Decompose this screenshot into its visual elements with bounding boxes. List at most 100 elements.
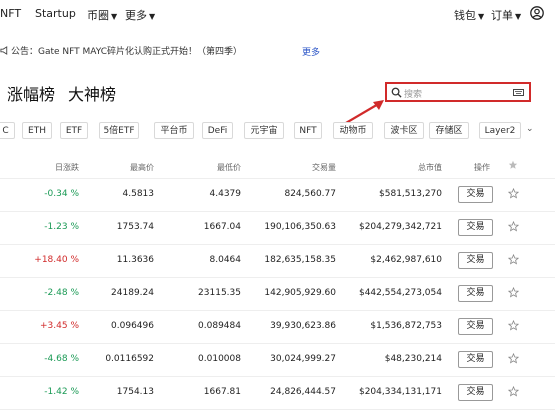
- megaphone-icon: [0, 46, 8, 55]
- market-cap-cell: $48,230,214: [384, 354, 442, 364]
- chip-eth[interactable]: ETH: [22, 122, 52, 139]
- chip-nft[interactable]: NFT: [294, 122, 322, 139]
- chip-defi[interactable]: DeFi: [202, 122, 233, 139]
- trade-button[interactable]: 交易: [458, 219, 493, 236]
- star-icon: [508, 160, 518, 169]
- chip-platform-coins[interactable]: 平台币: [154, 122, 194, 139]
- trade-button[interactable]: 交易: [458, 252, 493, 269]
- chevron-down-icon: ▼: [111, 12, 118, 21]
- change-cell: +3.45 %: [40, 321, 79, 331]
- chevron-down-icon: ▼: [515, 12, 522, 21]
- nav-wallet-menu[interactable]: 钱包 ▼: [454, 7, 484, 23]
- chip-storage[interactable]: 存储区: [429, 122, 469, 139]
- change-cell: -2.48 %: [44, 288, 79, 298]
- market-cap-cell: $2,462,987,610: [370, 255, 442, 265]
- favorite-star-icon[interactable]: [508, 221, 519, 232]
- search-placeholder: 搜索: [404, 90, 423, 100]
- volume-cell: 142,905,929.60: [264, 288, 336, 298]
- chips-more-chevron-icon[interactable]: ⌄: [526, 124, 534, 134]
- chip-meme[interactable]: 动物币: [333, 122, 373, 139]
- favorite-star-icon[interactable]: [508, 188, 519, 199]
- trade-button[interactable]: 交易: [458, 351, 493, 368]
- market-cap-cell: $1,536,872,753: [370, 321, 442, 331]
- favorite-star-icon[interactable]: [508, 353, 519, 364]
- table-row[interactable]: -1.42 % 1754.13 1667.81 24,826,444.57 $204,3…: [0, 376, 555, 410]
- keyboard-icon[interactable]: [513, 89, 524, 96]
- nav-more-menu[interactable]: 更多 ▼: [125, 7, 155, 23]
- favorite-star-icon[interactable]: [508, 320, 519, 331]
- change-cell: +18.40 %: [34, 255, 79, 265]
- change-cell: -1.42 %: [44, 387, 79, 397]
- announcement-more-link[interactable]: 更多: [302, 45, 320, 58]
- chip-metaverse[interactable]: 元宇宙: [244, 122, 284, 139]
- market-cap-cell: $442,554,273,054: [358, 288, 442, 298]
- tab-top-traders[interactable]: 大神榜: [68, 85, 116, 104]
- market-cap-cell: $581,513,270: [379, 189, 442, 199]
- low-cell: 1667.04: [203, 222, 241, 232]
- volume-cell: 24,826,444.57: [270, 387, 336, 397]
- low-cell: 4.4379: [209, 189, 242, 199]
- search-box[interactable]: 搜索: [385, 82, 531, 102]
- table-row[interactable]: -2.48 % 24189.24 23115.35 142,905,929.60 $44…: [0, 277, 555, 311]
- col-action: 操作: [474, 163, 490, 172]
- nav-orders-menu[interactable]: 订单 ▼: [491, 7, 521, 23]
- high-cell: 1753.74: [116, 222, 154, 232]
- market-cap-cell: $204,334,131,171: [358, 387, 442, 397]
- chevron-down-icon: ▼: [149, 12, 156, 21]
- trade-button[interactable]: 交易: [458, 318, 493, 335]
- col-change[interactable]: 日涨跌: [55, 162, 79, 173]
- volume-cell: 824,560.77: [284, 189, 336, 199]
- table-row[interactable]: -4.68 % 0.0116592 0.010008 30,024,999.27 $48…: [0, 343, 555, 377]
- change-cell: -0.34 %: [44, 189, 79, 199]
- chip-etf[interactable]: ETF: [60, 122, 88, 139]
- volume-cell: 182,635,158.35: [264, 255, 336, 265]
- volume-cell: 190,106,350.63: [264, 222, 336, 232]
- ranking-tabs: 涨幅榜 大神榜: [7, 81, 129, 105]
- table-row[interactable]: +18.40 % 11.3636 8.0464 182,635,158.35 $2,46…: [0, 244, 555, 278]
- nav-startup[interactable]: Startup: [35, 7, 76, 20]
- trade-button[interactable]: 交易: [458, 186, 493, 203]
- user-icon[interactable]: [530, 6, 544, 20]
- col-market-cap[interactable]: 总市值: [418, 162, 442, 173]
- nav-orders-label: 订单: [491, 9, 513, 22]
- favorite-star-icon[interactable]: [508, 386, 519, 397]
- change-cell: -4.68 %: [44, 354, 79, 364]
- tab-gainers[interactable]: 涨幅榜: [7, 85, 55, 104]
- favorite-star-icon[interactable]: [508, 254, 519, 265]
- high-cell: 1754.13: [116, 387, 154, 397]
- nav-coins-label: 币圈: [87, 9, 109, 22]
- nav-nft[interactable]: NFT: [0, 7, 21, 20]
- high-cell: 4.5813: [122, 189, 155, 199]
- chip-polkadot[interactable]: 波卡区: [384, 122, 424, 139]
- low-cell: 8.0464: [209, 255, 242, 265]
- high-cell: 0.0116592: [105, 354, 154, 364]
- low-cell: 0.010008: [198, 354, 241, 364]
- favorite-star-icon[interactable]: [508, 287, 519, 298]
- chip-c[interactable]: C: [0, 122, 15, 139]
- nav-more-label: 更多: [125, 9, 147, 22]
- announcement-text: 公告：Gate NFT MAYC碎片化认购正式开始！（第四季）: [11, 47, 243, 57]
- volume-cell: 39,930,623.86: [270, 321, 336, 331]
- high-cell: 11.3636: [116, 255, 154, 265]
- category-chips: C ETH ETF 5倍ETF 平台币 DeFi 元宇宙 NFT 动物币 波卡区…: [0, 122, 555, 140]
- col-low[interactable]: 最低价: [217, 162, 241, 173]
- market-cap-cell: $204,279,342,721: [358, 222, 442, 232]
- change-cell: -1.23 %: [44, 222, 79, 232]
- table-row[interactable]: -0.34 % 4.5813 4.4379 824,560.77 $581,513,27…: [0, 178, 555, 212]
- table-row[interactable]: -1.23 % 1753.74 1667.04 190,106,350.63 $204,…: [0, 211, 555, 245]
- low-cell: 0.089484: [198, 321, 241, 331]
- col-high[interactable]: 最高价: [130, 162, 154, 173]
- col-volume[interactable]: 交易量: [312, 162, 336, 173]
- top-nav: NFT Startup 币圈 ▼ 更多 ▼ 钱包 ▼ 订单 ▼: [0, 0, 555, 30]
- announcement[interactable]: 公告：Gate NFT MAYC碎片化认购正式开始！（第四季）: [0, 44, 242, 57]
- trade-button[interactable]: 交易: [458, 285, 493, 302]
- table-row[interactable]: +3.45 % 0.096496 0.089484 39,930,623.86 $1,5…: [0, 310, 555, 344]
- table-header: 日涨跌 最高价 最低价 交易量 总市值 操作: [0, 158, 555, 179]
- low-cell: 1667.81: [203, 387, 241, 397]
- trade-button[interactable]: 交易: [458, 384, 493, 401]
- low-cell: 23115.35: [198, 288, 241, 298]
- nav-wallet-label: 钱包: [454, 9, 476, 22]
- chip-5x-etf[interactable]: 5倍ETF: [99, 122, 139, 139]
- chip-layer2[interactable]: Layer2: [479, 122, 521, 139]
- nav-coins-menu[interactable]: 币圈 ▼: [87, 7, 117, 23]
